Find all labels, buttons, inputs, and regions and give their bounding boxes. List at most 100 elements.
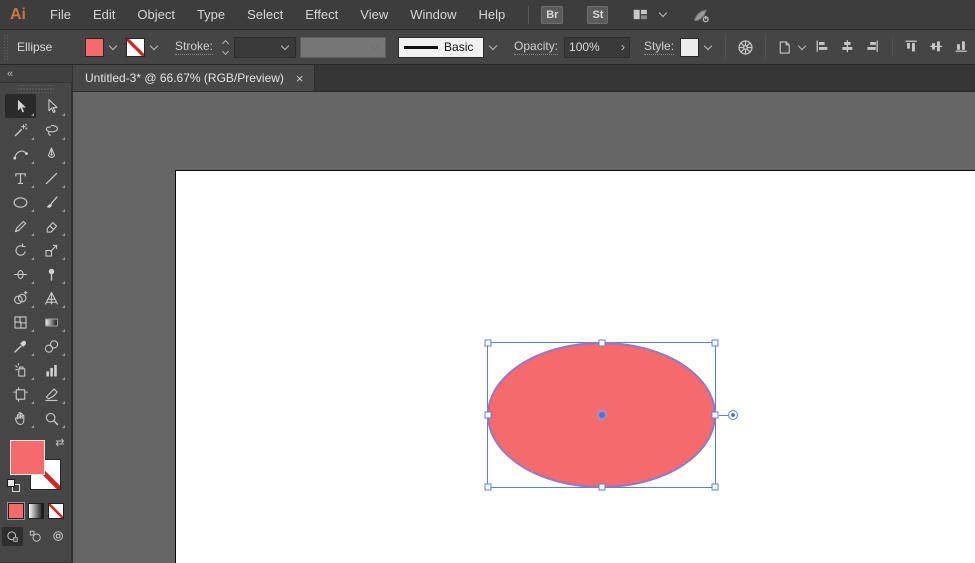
chevron-down-icon xyxy=(149,41,159,50)
menu-window[interactable]: Window xyxy=(399,0,467,29)
ellipse-tool[interactable] xyxy=(5,190,36,214)
perspective-grid-tool[interactable] xyxy=(36,286,67,310)
draw-normal-button[interactable] xyxy=(2,527,23,546)
brush-stroke-preview xyxy=(404,45,439,49)
canvas[interactable] xyxy=(73,92,975,563)
fill-proxy[interactable] xyxy=(9,440,45,475)
bridge-button[interactable]: Br xyxy=(541,5,564,24)
shaper-tool[interactable] xyxy=(5,214,36,238)
align-top-button[interactable] xyxy=(904,39,920,55)
column-graph-tool[interactable] xyxy=(36,358,67,382)
stroke-link-label[interactable]: Stroke: xyxy=(175,39,214,55)
align-right-button[interactable] xyxy=(865,39,881,55)
collapse-panel-button[interactable]: « xyxy=(0,65,72,82)
default-fill-stroke-icon[interactable] xyxy=(6,479,20,492)
zoom-tool[interactable] xyxy=(36,406,67,430)
document-area: Untitled-3* @ 66.67% (RGB/Preview) × xyxy=(73,65,975,563)
menu-object[interactable]: Object xyxy=(126,0,186,29)
document-tab[interactable]: Untitled-3* @ 66.67% (RGB/Preview) × xyxy=(73,65,315,91)
slice-tool[interactable] xyxy=(36,382,67,406)
stroke-none-swatch[interactable] xyxy=(126,37,145,57)
rotate-tool[interactable] xyxy=(5,238,36,262)
style-label[interactable]: Style: xyxy=(644,39,675,55)
brush-definition-dropdown[interactable]: Basic xyxy=(398,36,500,58)
opacity-link-label[interactable]: Opacity: xyxy=(514,39,559,55)
handle-bottom-center[interactable] xyxy=(598,483,605,491)
color-button[interactable] xyxy=(7,503,24,519)
curvature-tool[interactable] xyxy=(5,142,36,166)
swatch-buttons xyxy=(0,503,71,519)
eyedropper-tool[interactable] xyxy=(5,334,36,358)
shape-builder-tool[interactable] xyxy=(5,286,36,310)
handle-mid-right[interactable] xyxy=(711,411,719,419)
scale-tool[interactable] xyxy=(36,238,67,262)
align-left-button[interactable] xyxy=(815,39,831,55)
gpu-performance-button[interactable] xyxy=(692,6,710,24)
stroke-color-dropdown[interactable] xyxy=(126,37,161,57)
draw-behind-button[interactable] xyxy=(25,527,46,546)
pen-tool[interactable] xyxy=(36,142,67,166)
handle-top-left[interactable] xyxy=(484,339,492,347)
symbol-sprayer-tool[interactable] xyxy=(5,358,36,382)
draw-inside-button[interactable] xyxy=(48,527,69,546)
recolor-artwork-button[interactable] xyxy=(736,38,755,57)
workspace-switcher-button[interactable] xyxy=(632,6,670,23)
selection-bounding-box[interactable] xyxy=(484,339,738,491)
draw-inside-icon xyxy=(51,529,66,544)
menu-file[interactable]: File xyxy=(39,0,82,29)
stock-button[interactable]: St xyxy=(587,5,609,24)
menu-help[interactable]: Help xyxy=(467,0,516,29)
stroke-weight-stepper[interactable] xyxy=(219,39,232,56)
eraser-tool[interactable] xyxy=(36,214,67,238)
align-bottom-button[interactable] xyxy=(954,39,970,55)
opacity-arrow-icon[interactable]: › xyxy=(621,40,625,54)
menu-effect[interactable]: Effect xyxy=(294,0,349,29)
line-segment-tool[interactable] xyxy=(36,166,67,190)
type-tool[interactable] xyxy=(5,166,36,190)
workspace-switcher-icon xyxy=(632,6,649,23)
fill-color-swatch[interactable] xyxy=(85,37,104,57)
chevron-down-icon xyxy=(703,41,713,50)
pie-widget[interactable] xyxy=(728,410,738,420)
fill-stroke-indicator: ⇄ xyxy=(6,438,65,494)
align-h-center-button[interactable] xyxy=(840,39,856,55)
graphic-style-dropdown[interactable] xyxy=(680,37,715,57)
hand-tool[interactable] xyxy=(5,406,36,430)
menu-type[interactable]: Type xyxy=(186,0,236,29)
magic-wand-tool[interactable] xyxy=(5,118,36,142)
direct-selection-tool[interactable] xyxy=(36,94,67,118)
gradient-tool[interactable] xyxy=(36,310,67,334)
fill-color-dropdown[interactable] xyxy=(85,37,120,57)
puppet-warp-tool[interactable] xyxy=(36,262,67,286)
brush-preview[interactable]: Basic xyxy=(398,36,485,58)
panel-grip[interactable] xyxy=(17,85,54,93)
style-swatch[interactable] xyxy=(680,37,700,57)
width-tool[interactable] xyxy=(5,262,36,286)
stroke-weight-dropdown[interactable] xyxy=(234,36,297,58)
handle-top-right[interactable] xyxy=(711,339,719,347)
handle-bottom-left[interactable] xyxy=(484,483,492,491)
controlbar-grip[interactable] xyxy=(3,34,9,60)
center-point-widget[interactable] xyxy=(598,412,605,418)
none-button[interactable] xyxy=(47,503,64,519)
tab-close-icon[interactable]: × xyxy=(296,72,304,85)
align-to-button[interactable] xyxy=(776,39,809,56)
menu-select[interactable]: Select xyxy=(236,0,294,29)
opacity-field[interactable]: 100% › xyxy=(564,36,631,58)
gradient-button[interactable] xyxy=(27,503,44,519)
align-v-middle-button[interactable] xyxy=(929,39,945,55)
brush-name: Basic xyxy=(444,40,474,54)
paintbrush-tool[interactable] xyxy=(36,190,67,214)
handle-mid-left[interactable] xyxy=(484,411,492,419)
mesh-tool[interactable] xyxy=(5,310,36,334)
handle-top-center[interactable] xyxy=(598,339,605,347)
swap-fill-stroke-icon[interactable]: ⇄ xyxy=(55,438,64,449)
selection-tool[interactable] xyxy=(4,94,36,118)
artboard-tool[interactable] xyxy=(5,382,36,406)
handle-bottom-right[interactable] xyxy=(711,483,719,491)
menu-edit[interactable]: Edit xyxy=(82,0,126,29)
menubar-separator xyxy=(528,5,530,24)
lasso-tool[interactable] xyxy=(36,118,67,142)
blend-tool[interactable] xyxy=(36,334,67,358)
menu-view[interactable]: View xyxy=(349,0,399,29)
